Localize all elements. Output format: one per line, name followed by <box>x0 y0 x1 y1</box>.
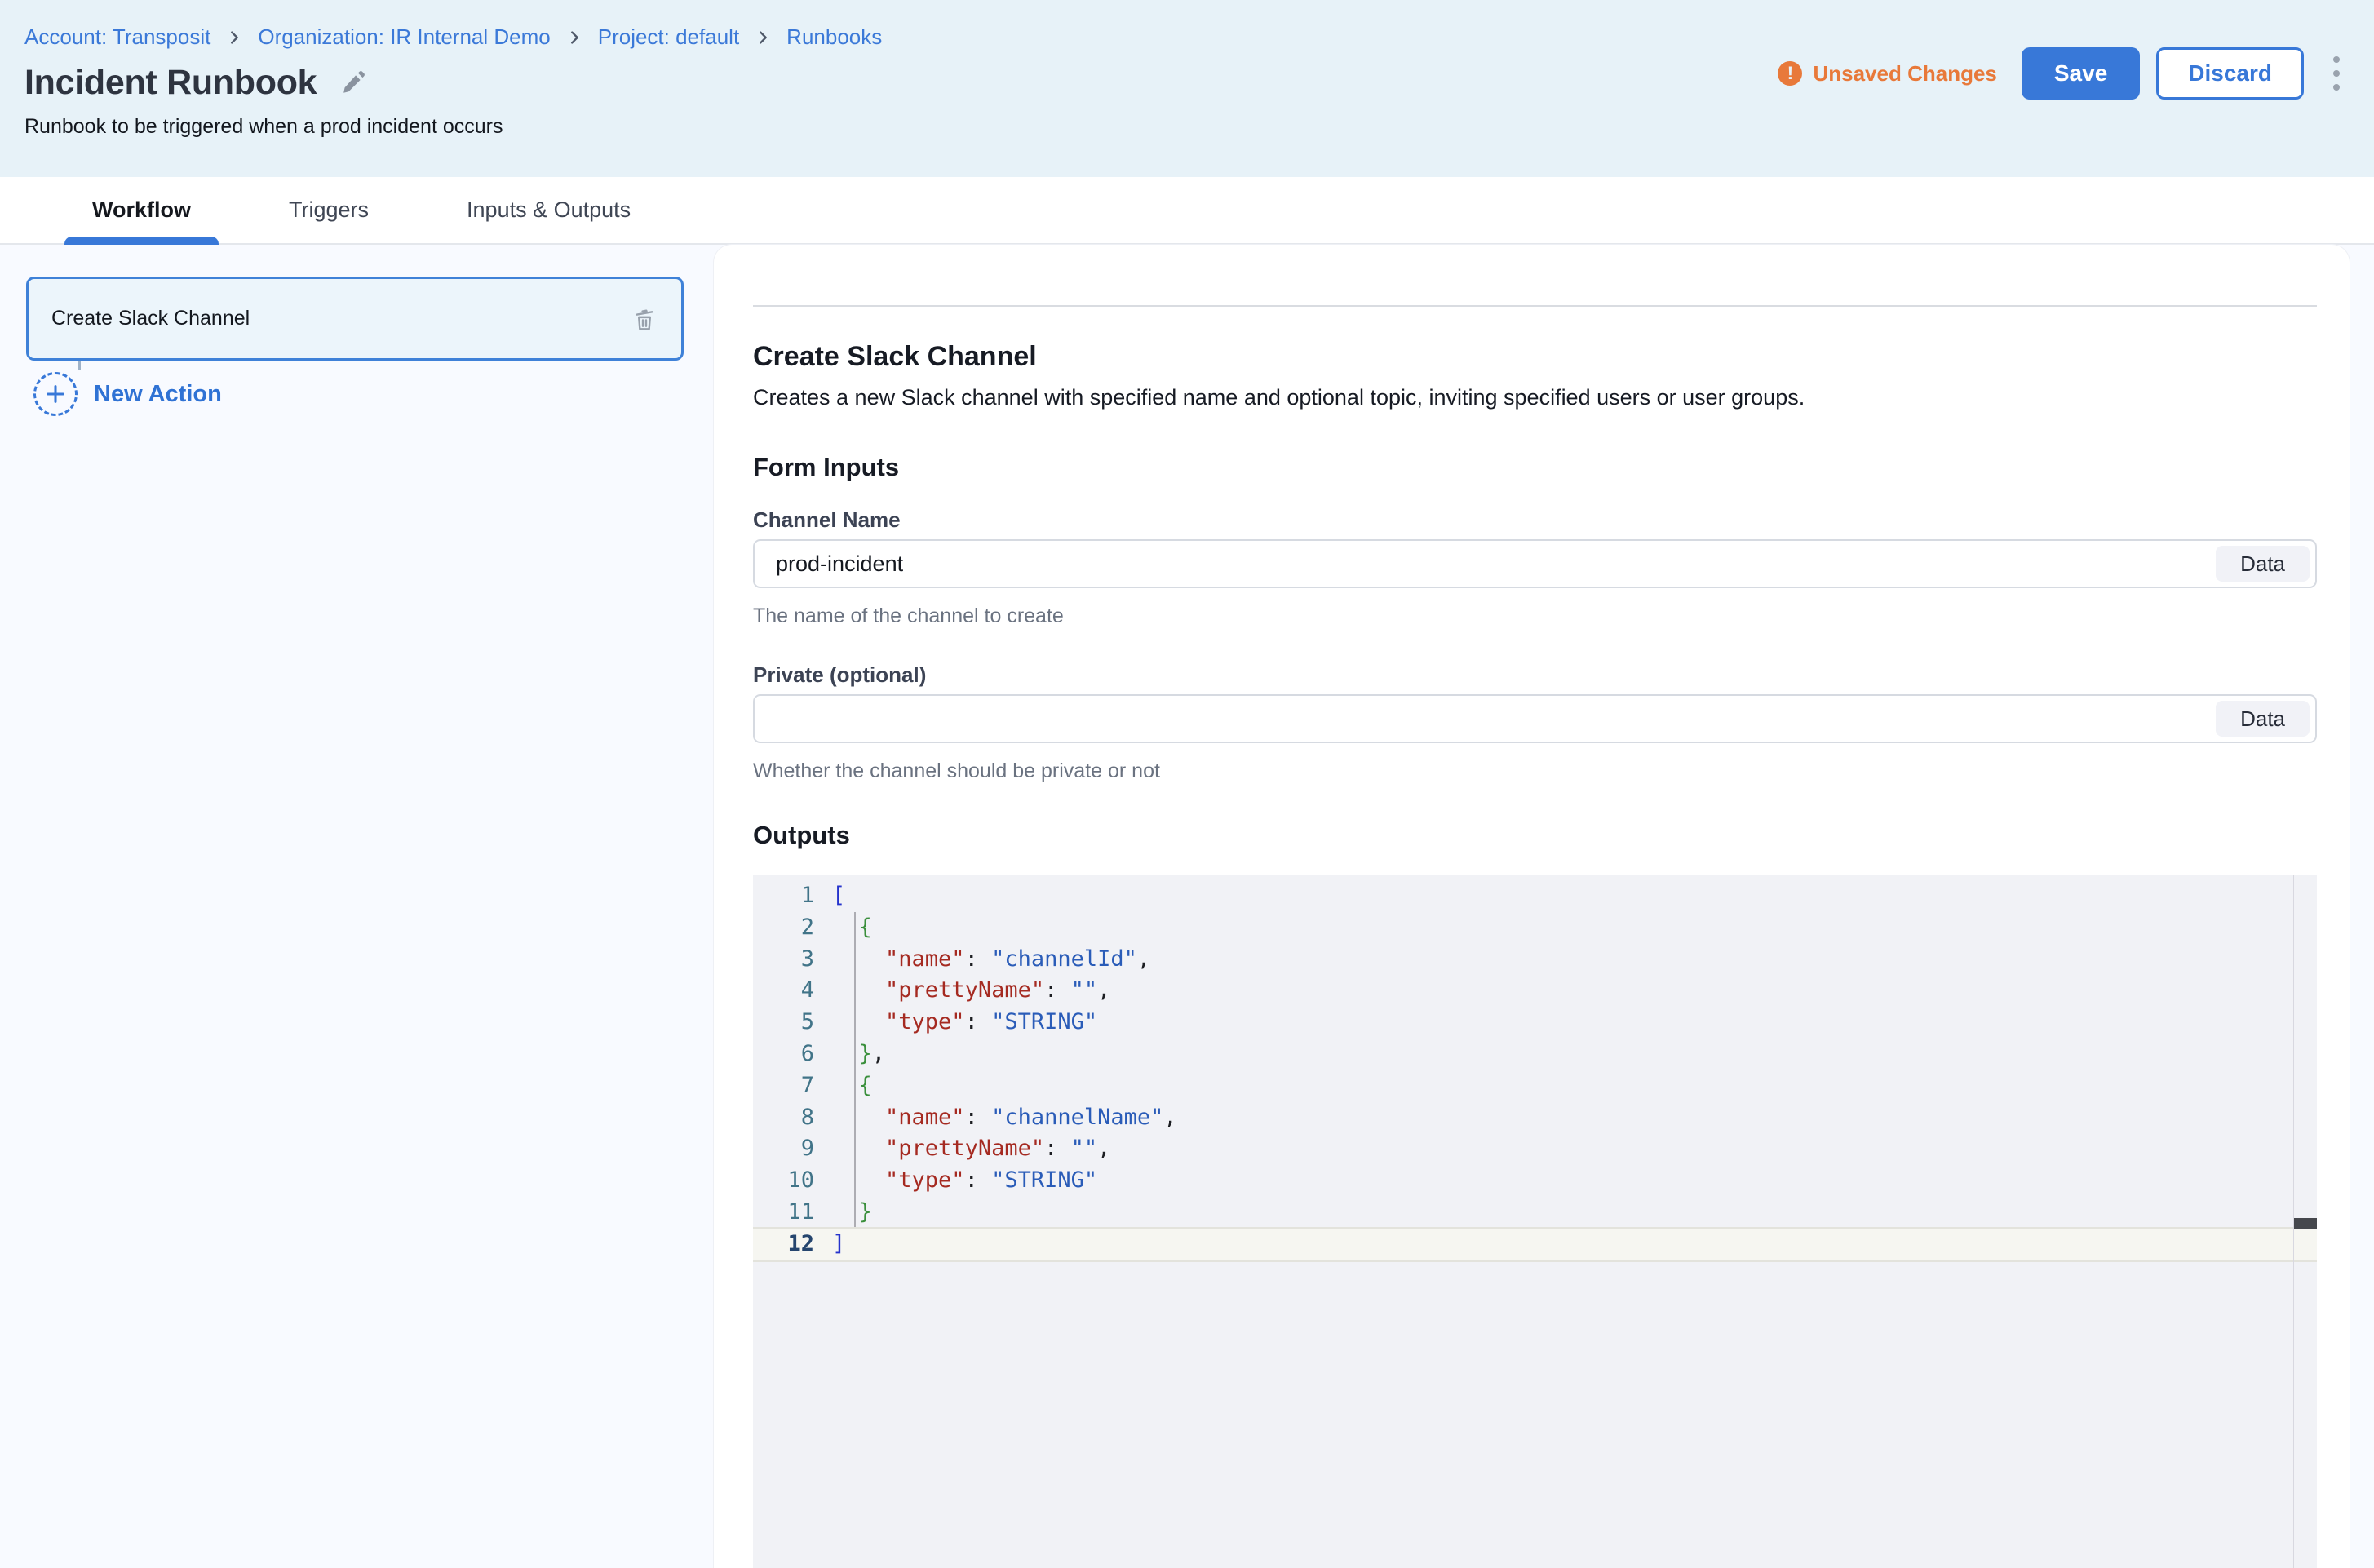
breadcrumb-link-organization[interactable]: Organization: IR Internal Demo <box>258 24 550 50</box>
code-line[interactable]: 9 "prettyName": "", <box>753 1133 2317 1165</box>
save-button[interactable]: Save <box>2022 47 2140 100</box>
breadcrumb-link-account[interactable]: Account: Transposit <box>24 24 210 50</box>
breadcrumb-link-project[interactable]: Project: default <box>598 24 739 50</box>
tab-bar: Workflow Triggers Inputs & Outputs <box>0 177 2374 245</box>
page-header: Account: Transposit Organization: IR Int… <box>0 0 2374 177</box>
new-action-label: New Action <box>94 381 222 408</box>
channel-name-input[interactable] <box>753 539 2317 588</box>
delete-action-button[interactable] <box>626 300 663 338</box>
code-line[interactable]: 5 "type": "STRING" <box>753 1007 2317 1039</box>
tab-inputs-outputs[interactable]: Inputs & Outputs <box>439 177 658 243</box>
code-line[interactable]: 12] <box>753 1229 2317 1260</box>
private-label: Private (optional) <box>753 662 2317 688</box>
page-subtitle: Runbook to be triggered when a prod inci… <box>24 115 2350 139</box>
kebab-menu-button[interactable] <box>2325 50 2348 97</box>
tab-workflow-label: Workflow <box>92 197 191 223</box>
line-number: 2 <box>753 912 832 944</box>
line-number: 11 <box>753 1197 832 1229</box>
breadcrumb-link-runbooks[interactable]: Runbooks <box>786 24 882 50</box>
form-inputs-heading: Form Inputs <box>753 453 2317 482</box>
line-number: 5 <box>753 1007 832 1039</box>
pencil-icon <box>338 69 367 98</box>
code-line[interactable]: 4 "prettyName": "", <box>753 975 2317 1007</box>
channel-name-data-button[interactable]: Data <box>2216 546 2310 582</box>
line-number: 3 <box>753 944 832 976</box>
code-text: "name": "channelName", <box>832 1102 1177 1134</box>
chevron-right-icon <box>565 29 583 47</box>
line-number: 7 <box>753 1070 832 1102</box>
tab-inputs-outputs-label: Inputs & Outputs <box>467 197 631 223</box>
code-line[interactable]: 7 { <box>753 1070 2317 1102</box>
content-area: Create Slack Channel New Action <box>0 245 2374 1568</box>
code-line[interactable]: 3 "name": "channelId", <box>753 944 2317 976</box>
panel-divider <box>753 305 2317 307</box>
code-text: "type": "STRING" <box>832 1007 1097 1039</box>
unsaved-changes-label: Unsaved Changes <box>1813 61 1996 86</box>
workflow-action-list: Create Slack Channel New Action <box>0 245 714 416</box>
tab-workflow[interactable]: Workflow <box>64 177 219 243</box>
plus-icon <box>33 372 78 416</box>
code-line[interactable]: 8 "name": "channelName", <box>753 1102 2317 1134</box>
outputs-code-editor[interactable]: 1[2 {3 "name": "channelId",4 "prettyName… <box>753 875 2317 1568</box>
tab-triggers-label: Triggers <box>289 197 369 223</box>
code-text: "prettyName": "", <box>832 975 1110 1007</box>
action-detail-panel: Create Slack Channel Creates a new Slack… <box>714 245 2350 1568</box>
new-action-button[interactable]: New Action <box>33 372 222 416</box>
code-text: [ <box>832 880 845 912</box>
code-line[interactable]: 2 { <box>753 912 2317 944</box>
channel-name-help: The name of the channel to create <box>753 605 2317 628</box>
editor-scrollbar-thumb[interactable] <box>2294 1218 2317 1229</box>
action-detail-description: Creates a new Slack channel with specifi… <box>753 385 2317 410</box>
code-text: } <box>832 1197 872 1229</box>
action-card-create-slack-channel[interactable]: Create Slack Channel <box>26 277 684 361</box>
line-number: 8 <box>753 1102 832 1134</box>
code-lines: 1[2 {3 "name": "channelId",4 "prettyName… <box>753 880 2317 1260</box>
line-number: 6 <box>753 1039 832 1070</box>
action-detail-title: Create Slack Channel <box>753 341 2317 373</box>
tab-triggers[interactable]: Triggers <box>261 177 396 243</box>
code-line[interactable]: 6 }, <box>753 1039 2317 1070</box>
page-title: Incident Runbook <box>24 63 317 103</box>
private-data-button[interactable]: Data <box>2216 701 2310 737</box>
code-text: }, <box>832 1039 885 1070</box>
private-input[interactable] <box>753 694 2317 743</box>
kebab-icon <box>2333 56 2340 91</box>
line-number: 9 <box>753 1133 832 1165</box>
breadcrumb: Account: Transposit Organization: IR Int… <box>24 24 2350 50</box>
warning-icon: ! <box>1778 61 1802 86</box>
private-help: Whether the channel should be private or… <box>753 760 2317 783</box>
active-tab-indicator <box>64 237 219 245</box>
code-line[interactable]: 11 } <box>753 1197 2317 1229</box>
code-text: "type": "STRING" <box>832 1165 1097 1197</box>
code-text: { <box>832 912 872 944</box>
unsaved-changes-badge: ! Unsaved Changes <box>1778 61 1996 86</box>
trash-icon <box>631 305 658 333</box>
chevron-right-icon <box>225 29 243 47</box>
action-connector <box>78 361 81 370</box>
code-text: "name": "channelId", <box>832 944 1150 976</box>
line-number: 4 <box>753 975 832 1007</box>
line-number: 12 <box>753 1229 832 1260</box>
outputs-heading: Outputs <box>753 821 2317 850</box>
line-number: 10 <box>753 1165 832 1197</box>
edit-title-button[interactable] <box>338 69 367 98</box>
code-line[interactable]: 10 "type": "STRING" <box>753 1165 2317 1197</box>
code-text: ] <box>832 1229 845 1260</box>
code-text: "prettyName": "", <box>832 1133 1110 1165</box>
channel-name-label: Channel Name <box>753 507 2317 533</box>
code-line[interactable]: 1[ <box>753 880 2317 912</box>
discard-button[interactable]: Discard <box>2156 47 2304 100</box>
chevron-right-icon <box>754 29 772 47</box>
line-number: 1 <box>753 880 832 912</box>
code-text: { <box>832 1070 872 1102</box>
action-card-label: Create Slack Channel <box>51 307 250 330</box>
